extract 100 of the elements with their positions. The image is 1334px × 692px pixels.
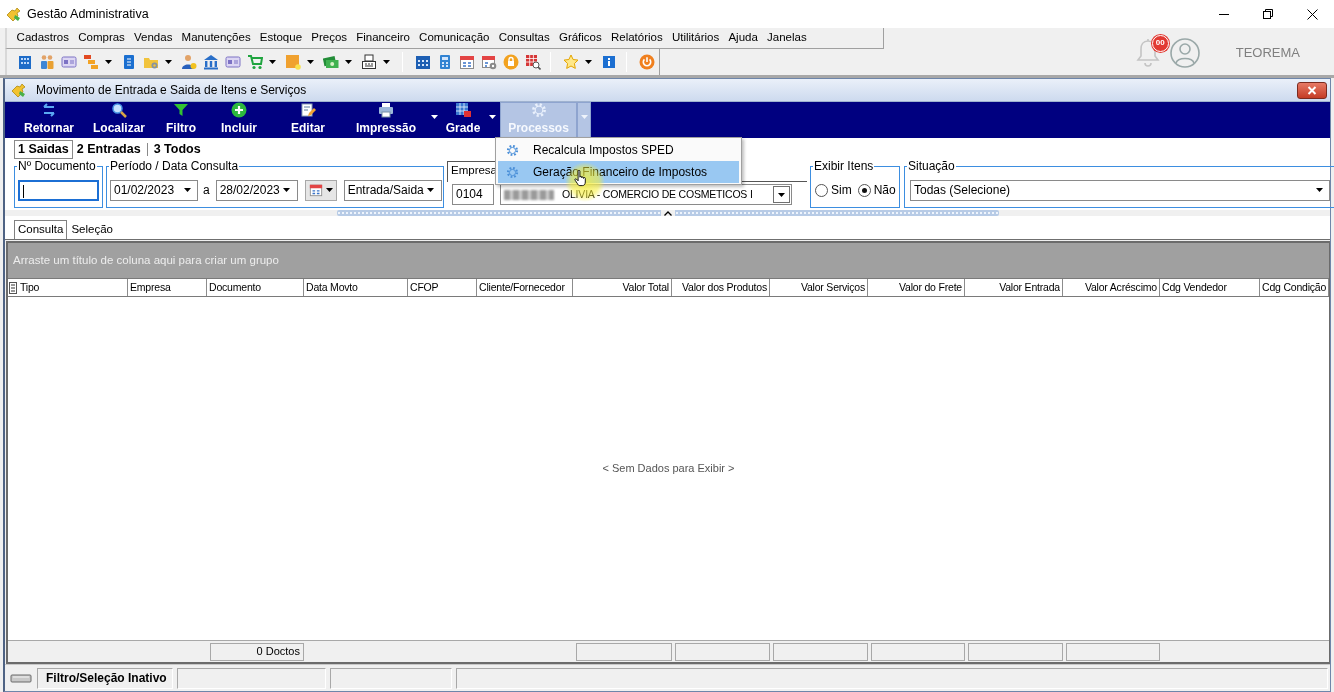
column-header[interactable]: Valor dos Produtos (672, 279, 770, 296)
date-picker[interactable]: 28/02/2023 (215, 179, 298, 201)
caret-icon (778, 192, 785, 197)
column-header[interactable]: Valor Acréscimo (1063, 279, 1160, 296)
plus-icon (231, 101, 247, 118)
notification-badge: 00 (1151, 34, 1169, 52)
toolbar-button[interactable]: Localizar (84, 102, 154, 138)
radio-button[interactable] (815, 183, 828, 197)
toolbar-button[interactable]: Grade (442, 102, 484, 138)
date-picker[interactable]: 01/02/2023 (110, 179, 198, 201)
menu-item[interactable]: Consultas (494, 31, 555, 45)
caret-icon (430, 115, 438, 119)
column-header[interactable]: Valor Entrada (965, 279, 1063, 296)
group-label: Exibir Itens (813, 159, 875, 173)
edit-icon (300, 101, 316, 118)
caret-icon[interactable] (383, 60, 390, 64)
org-chart-icon[interactable] (83, 54, 99, 70)
column-chooser-icon[interactable] (9, 281, 17, 294)
group-hint: Arraste um título de coluna aqui para criar um grupo (13, 253, 279, 268)
close-icon (1307, 85, 1317, 95)
column-header[interactable]: Tipo (20, 281, 40, 294)
menu-item[interactable]: Vendas (129, 31, 177, 45)
column-header[interactable]: CFOP (408, 279, 477, 296)
group-label: Nº Documento (17, 159, 97, 173)
id-card-icon[interactable] (225, 54, 241, 70)
calendar-icon[interactable] (459, 54, 475, 70)
toolbar-button[interactable]: Editar (270, 102, 346, 138)
column-header[interactable]: Cdg Vendedor (1160, 279, 1260, 296)
caret-icon (1315, 188, 1323, 192)
menu-item[interactable]: Financeiro (351, 31, 415, 45)
menu-item[interactable]: Ajuda (723, 31, 763, 45)
power-icon[interactable] (639, 54, 655, 70)
calculator-icon[interactable] (437, 54, 453, 70)
caret-icon[interactable] (105, 60, 112, 64)
company-code-field[interactable]: 0104 (452, 184, 494, 205)
caret-icon[interactable] (165, 60, 172, 64)
menu-item[interactable]: Comunicação (414, 31, 495, 45)
toolbar-button[interactable]: Retornar (14, 102, 84, 138)
caret-icon[interactable] (345, 60, 352, 64)
status-select[interactable]: Todas (Selecione) (910, 179, 1330, 201)
cash-register-icon[interactable] (361, 54, 377, 70)
search-icon (111, 101, 127, 118)
calendar-settings-icon[interactable] (481, 54, 497, 70)
tab[interactable]: Seleção (67, 220, 117, 239)
close-icon[interactable] (1306, 8, 1318, 20)
star-icon[interactable] (563, 54, 579, 70)
document-icon[interactable] (121, 54, 137, 70)
column-header[interactable]: Cdg Condição (1260, 279, 1329, 296)
splitter-handle[interactable] (336, 210, 999, 216)
user-icon[interactable] (181, 54, 197, 70)
menu-item[interactable]: Utilitários (667, 31, 724, 45)
menu-item[interactable]: Estoque (255, 31, 307, 45)
column-header[interactable]: Valor Total (573, 279, 672, 296)
window-title: Gestão Administrativa (27, 6, 149, 22)
close-button[interactable] (1297, 81, 1327, 99)
input-field[interactable] (18, 179, 99, 201)
caret-icon (283, 188, 291, 192)
caret-icon[interactable] (269, 60, 276, 64)
swap-arrows-icon (41, 101, 57, 118)
table-search-icon[interactable] (525, 54, 541, 70)
toolbar-button[interactable]: Incluir (208, 102, 270, 138)
tray-icon (9, 672, 33, 684)
caret-icon (183, 188, 191, 192)
caret-icon[interactable] (585, 60, 592, 64)
tab[interactable]: 1 Saidas (14, 140, 73, 159)
menu-item[interactable]: Recalcula Impostos SPED (498, 139, 739, 161)
column-header[interactable]: Documento (207, 279, 304, 296)
menu-item[interactable]: Compras (73, 31, 130, 45)
menu-item[interactable]: Preços (306, 31, 352, 45)
tab[interactable]: 3 Todos (149, 140, 205, 159)
caret-icon (427, 188, 435, 192)
movement-select[interactable]: Entrada/Saida (343, 179, 442, 201)
column-header[interactable]: Valor Serviços (770, 279, 868, 296)
tab[interactable]: 2 Entradas (72, 140, 145, 159)
caret-icon[interactable] (307, 60, 314, 64)
tab[interactable]: Consulta (14, 220, 68, 239)
info-icon[interactable] (601, 54, 617, 70)
calendar-button[interactable] (304, 179, 337, 201)
column-header[interactable]: Valor do Frete (868, 279, 965, 296)
toolbar-button[interactable]: Impressão (346, 102, 426, 138)
bank-icon[interactable] (203, 54, 219, 70)
document-count: 0 Doctos (210, 643, 304, 661)
column-header[interactable]: Cliente/Fornecedor (477, 279, 573, 296)
column-header[interactable]: Empresa (128, 279, 207, 296)
id-card-icon[interactable] (61, 54, 77, 70)
money-icon[interactable] (323, 54, 339, 70)
building-icon[interactable] (17, 54, 33, 70)
toolbar-button[interactable]: Filtro (154, 102, 208, 138)
menu-item[interactable]: Gráficos (554, 31, 607, 45)
people-icon[interactable] (39, 54, 55, 70)
collapse-caret-icon[interactable] (663, 210, 672, 216)
menu-item[interactable]: Janelas (762, 31, 812, 45)
radio-button[interactable] (857, 183, 871, 197)
calendar-grid-icon[interactable] (415, 54, 431, 70)
column-header[interactable]: Data Movto (304, 279, 408, 296)
cart-icon[interactable] (247, 54, 263, 70)
menu-item[interactable]: Manutenções (177, 31, 256, 45)
menu-item[interactable]: Cadastros (12, 31, 74, 45)
menu-item[interactable]: Relatórios (606, 31, 668, 45)
restore-icon[interactable] (1263, 9, 1273, 19)
